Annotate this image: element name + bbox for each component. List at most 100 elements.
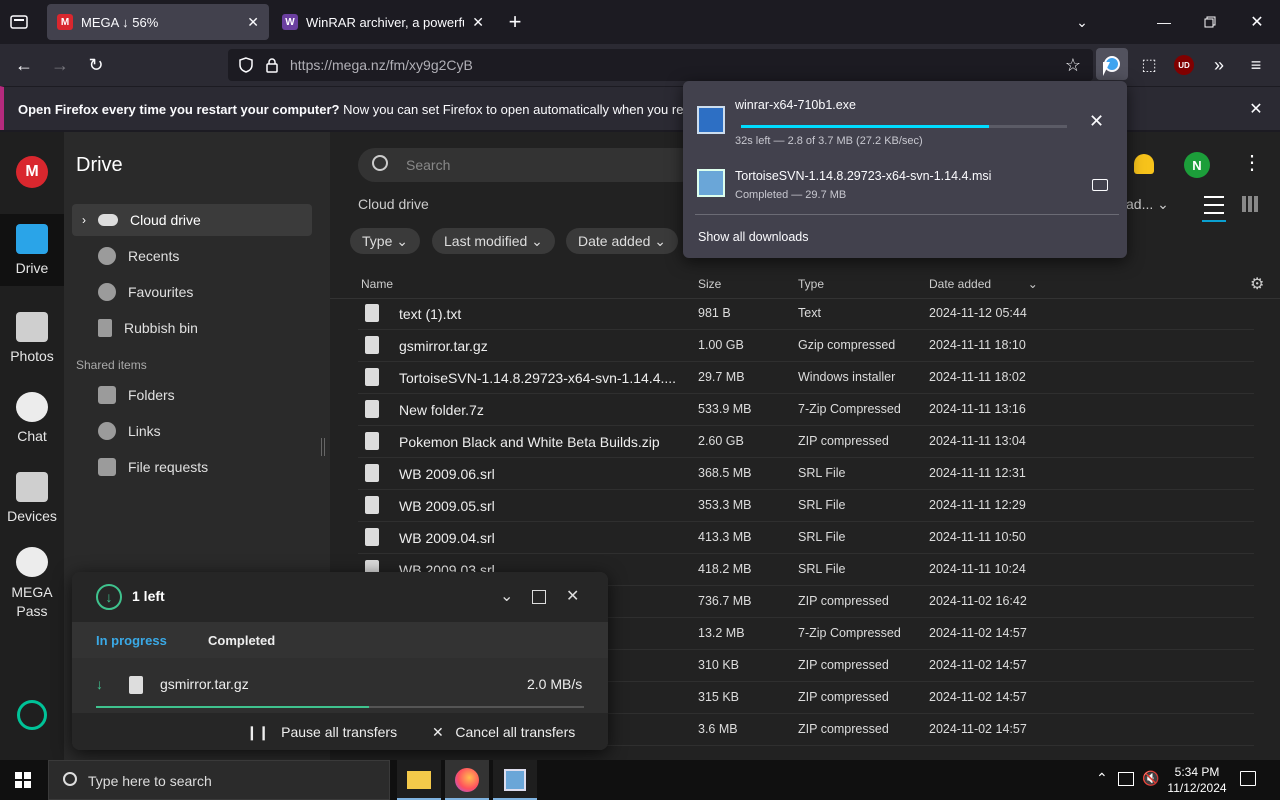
list-view-icon[interactable] (1204, 196, 1224, 214)
taskbar-search-placeholder: Type here to search (88, 773, 212, 789)
network-icon[interactable] (1118, 772, 1134, 786)
rail-devices[interactable]: Devices (0, 462, 64, 534)
pause-all-button[interactable]: ❙❙ Pause all transfers (246, 724, 397, 741)
filter-date-added[interactable]: Date added ⌄ (566, 228, 679, 254)
cancel-download-icon[interactable]: ✕ (1089, 111, 1104, 132)
sidebar-item-folders[interactable]: Folders (72, 379, 312, 411)
file-date: 2024-11-11 10:24 (929, 562, 1026, 576)
close-notification-icon[interactable]: ✕ (1244, 97, 1268, 121)
filter-type[interactable]: Type ⌄ (350, 228, 420, 254)
tab-in-progress[interactable]: In progress (96, 633, 167, 648)
table-row[interactable]: WB 2009.06.srl 368.5 MB SRL File 2024-11-11… (358, 458, 1254, 490)
file-explorer-icon[interactable] (397, 760, 441, 800)
table-row[interactable]: WB 2009.04.srl 413.3 MB SRL File 2024-11-11… (358, 522, 1254, 554)
pause-label: Pause all transfers (281, 724, 398, 740)
storage-ring-icon[interactable] (17, 700, 47, 730)
bookmark-star-icon[interactable]: ☆ (1061, 53, 1085, 77)
popout-icon[interactable] (532, 590, 546, 604)
column-header-size[interactable]: Size (698, 277, 721, 291)
table-row[interactable]: WB 2009.05.srl 353.3 MB SRL File 2024-11-11… (358, 490, 1254, 522)
tab-winrar[interactable]: W WinRAR archiver, a powerful to ✕ (272, 4, 494, 40)
tab-mega[interactable]: M MEGA ↓ 56% ✕ (47, 4, 269, 40)
file-type-icon (365, 336, 379, 354)
clock[interactable]: 5:34 PM 11/12/2024 (1160, 764, 1234, 796)
search-input[interactable]: Search (358, 148, 698, 182)
breadcrumb[interactable]: Cloud drive (358, 196, 429, 212)
firefox-view-icon[interactable] (8, 12, 30, 32)
sidebar-item-recents[interactable]: Recents (72, 240, 312, 272)
extensions-icon[interactable]: ⬚ (1137, 53, 1161, 77)
action-center-icon[interactable] (1240, 771, 1256, 786)
restore-window-icon[interactable] (1198, 10, 1222, 34)
collapse-chevron-icon[interactable]: ⌄ (500, 586, 513, 606)
ublock-icon[interactable]: UD (1174, 55, 1194, 75)
rail-photos[interactable]: Photos (0, 302, 64, 374)
table-row[interactable]: TortoiseSVN-1.14.8.29723-x64-svn-1.14.4.… (358, 362, 1254, 394)
taskbar-search[interactable]: Type here to search (48, 760, 390, 800)
table-row[interactable]: text (1).txt 981 B Text 2024-11-12 05:44 (358, 298, 1254, 330)
minimize-window-icon[interactable]: — (1152, 10, 1176, 34)
column-header-type[interactable]: Type (798, 277, 824, 291)
download-item-winrar[interactable]: winrar-x64-710b1.exe 32s left — 2.8 of 3… (689, 89, 1121, 147)
sidebar-item-links[interactable]: Links (72, 415, 312, 447)
sidebar-item-rubbish-bin[interactable]: Rubbish bin (72, 312, 312, 344)
sort-dropdown[interactable]: ad... ⌄ (1126, 196, 1169, 213)
close-tab-icon[interactable]: ✕ (247, 14, 259, 31)
back-icon[interactable]: ← (12, 53, 36, 77)
mega-logo-icon[interactable]: M (16, 156, 48, 188)
tab-completed[interactable]: Completed (208, 633, 275, 648)
sidebar-resize-handle[interactable] (321, 438, 325, 456)
list-tabs-icon[interactable]: ⌄ (1070, 10, 1094, 34)
downloads-icon[interactable] (1096, 48, 1128, 80)
heart-icon (98, 283, 116, 301)
cancel-all-button[interactable]: ✕ Cancel all transfers (432, 724, 575, 741)
windows-start-icon[interactable] (15, 772, 31, 788)
more-options-icon[interactable]: ⋮ (1242, 150, 1262, 178)
firefox-taskbar-icon[interactable] (445, 760, 489, 800)
chevron-down-icon: ⌄ (654, 232, 667, 249)
pause-icon: ❙❙ (246, 724, 270, 740)
transfer-row[interactable]: ↓ gsmirror.tar.gz 2.0 MB/s (72, 658, 608, 713)
file-name: New folder.7z (399, 402, 484, 418)
file-name: WB 2009.04.srl (399, 530, 495, 546)
column-header-name[interactable]: Name (361, 277, 393, 291)
volume-muted-icon[interactable]: 🔇 (1142, 770, 1159, 787)
address-bar[interactable]: https://mega.nz/fm/xy9g2CyB (228, 49, 1093, 81)
sidebar-item-file-requests[interactable]: File requests (72, 451, 312, 483)
table-row[interactable]: New folder.7z 533.9 MB 7-Zip Compressed 202… (358, 394, 1254, 426)
rail-mega-pass[interactable]: MEGA Pass (0, 544, 64, 624)
forward-icon[interactable]: → (48, 53, 72, 77)
sidebar-item-cloud-drive[interactable]: › Cloud drive (72, 204, 312, 236)
navigation-toolbar: ← → ↻ https://mega.nz/fm/xy9g2CyB ☆ ⬚ UD… (0, 44, 1280, 86)
close-transfers-icon[interactable]: ✕ (566, 586, 579, 606)
hamburger-menu-icon[interactable]: ≡ (1244, 53, 1268, 77)
column-settings-gear-icon[interactable]: ⚙ (1250, 274, 1264, 294)
table-row[interactable]: gsmirror.tar.gz 1.00 GB Gzip compressed 202… (358, 330, 1254, 362)
show-hidden-icons-icon[interactable]: ⌃ (1096, 770, 1108, 787)
search-placeholder: Search (406, 157, 451, 173)
installer-taskbar-icon[interactable] (493, 760, 537, 800)
show-all-downloads[interactable]: Show all downloads (698, 230, 809, 244)
download-item-tortoisesvn[interactable]: TortoiseSVN-1.14.8.29723-x64-svn-1.14.4.… (689, 159, 1121, 209)
rail-chat[interactable]: Chat (0, 382, 64, 454)
file-size: 1.00 GB (698, 338, 744, 352)
overflow-icon[interactable]: » (1207, 53, 1231, 77)
download-ring-icon: ↓ (96, 584, 122, 610)
chevron-right-icon[interactable]: › (82, 213, 86, 227)
reload-icon[interactable]: ↻ (84, 53, 108, 77)
new-tab-icon[interactable]: + (503, 9, 527, 34)
grid-view-icon[interactable] (1242, 196, 1258, 212)
show-in-folder-icon[interactable] (1092, 179, 1108, 191)
rail-drive[interactable]: Drive (0, 214, 64, 286)
notifications-bell-icon[interactable] (1134, 154, 1154, 174)
sidebar-item-favourites[interactable]: Favourites (72, 276, 312, 308)
avatar[interactable]: N (1184, 152, 1210, 178)
close-window-icon[interactable]: ✕ (1245, 10, 1269, 34)
sidebar-title: Drive (76, 154, 123, 176)
filter-last-modified[interactable]: Last modified ⌄ (432, 228, 555, 254)
lock-icon[interactable] (262, 55, 282, 75)
close-tab-icon[interactable]: ✕ (472, 14, 484, 31)
tracking-shield-icon[interactable] (236, 55, 256, 75)
column-header-date[interactable]: Date added ⌄ (929, 277, 1038, 291)
table-row[interactable]: Pokemon Black and White Beta Builds.zip 2… (358, 426, 1254, 458)
